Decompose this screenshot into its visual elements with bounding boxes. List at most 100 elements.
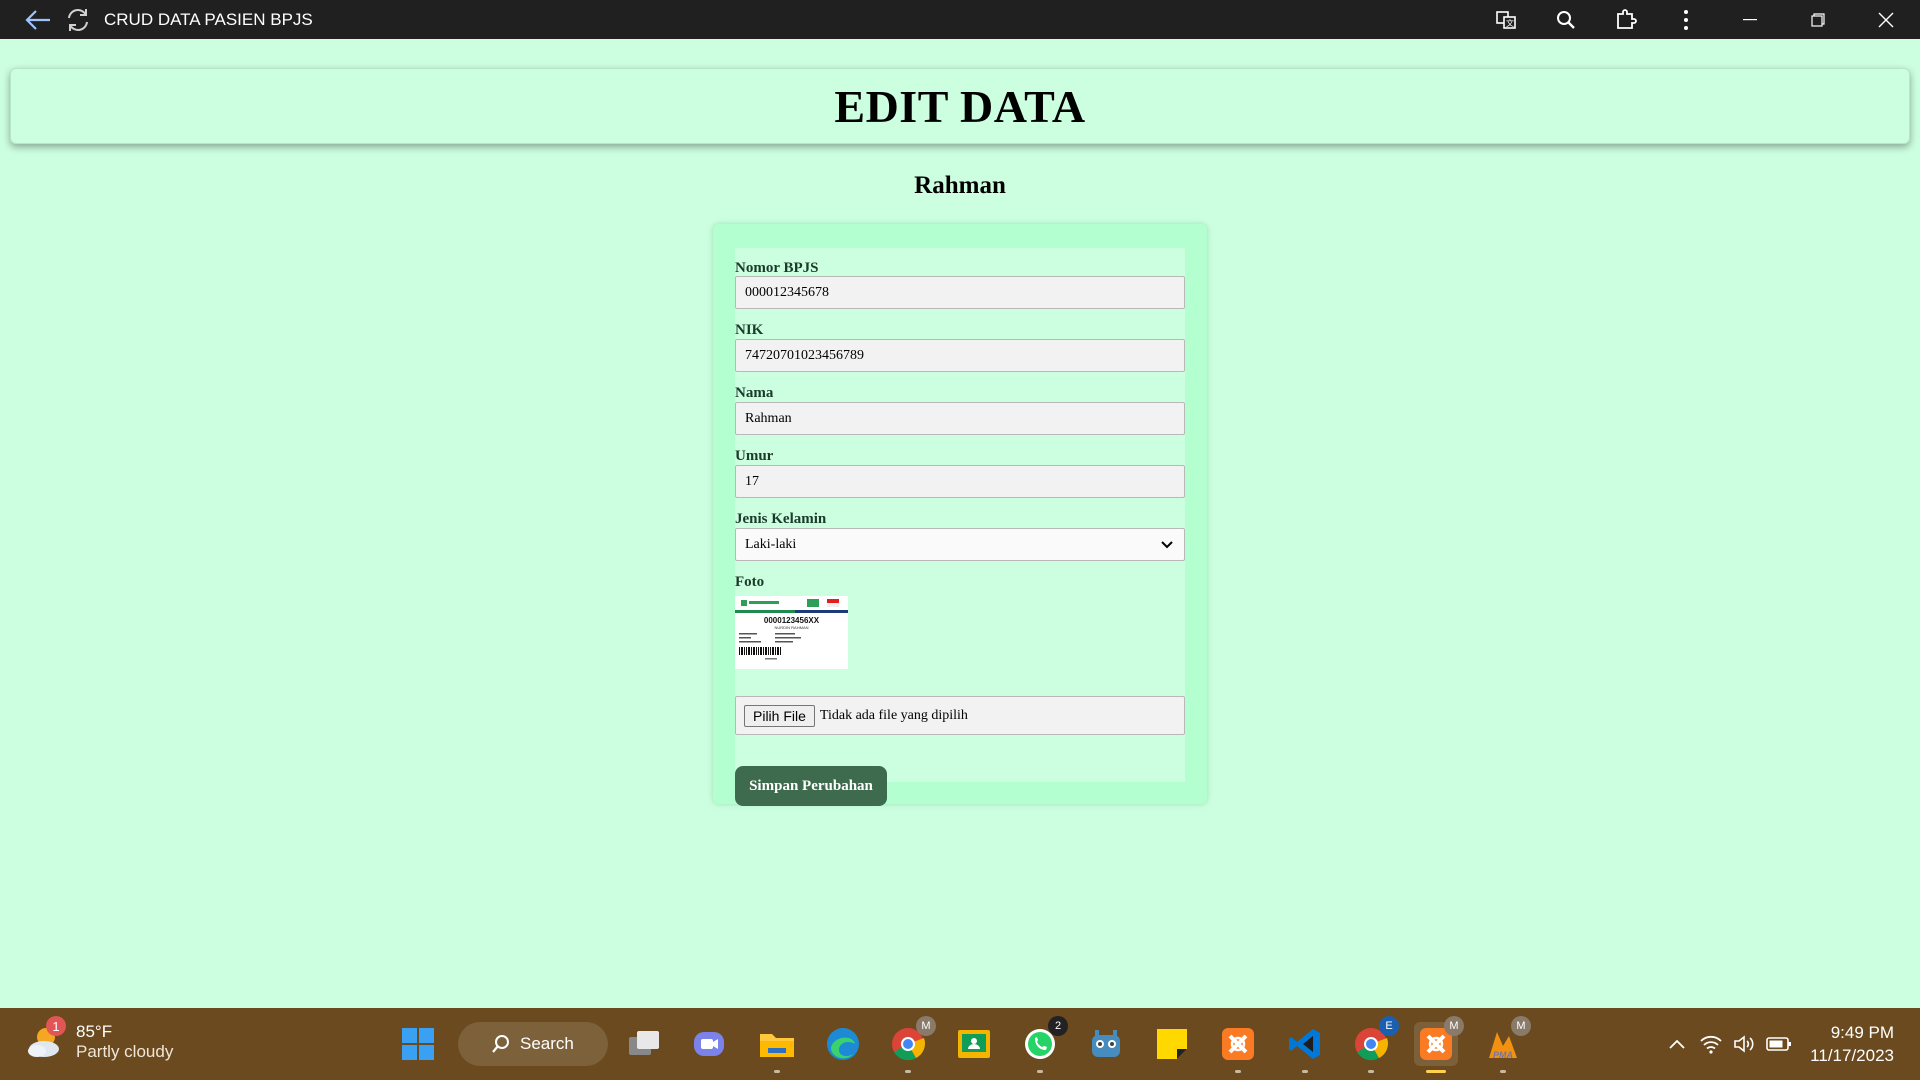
edge-icon bbox=[827, 1028, 859, 1060]
nik-input[interactable]: 74720701023456789 bbox=[735, 339, 1185, 372]
profile-badge: M bbox=[1511, 1016, 1531, 1036]
refresh-button[interactable] bbox=[58, 0, 98, 39]
card-number: 0000123456XX bbox=[764, 616, 820, 625]
teams-chat-button[interactable] bbox=[688, 1022, 732, 1066]
video-chat-icon bbox=[694, 1032, 724, 1056]
minimize-icon bbox=[1743, 18, 1757, 20]
wifi-icon bbox=[1700, 1035, 1722, 1054]
restore-icon bbox=[1811, 12, 1825, 27]
xampp-button[interactable] bbox=[1216, 1022, 1260, 1073]
nama-value: Rahman bbox=[745, 410, 792, 426]
bpjs-card-image: 0000123456XX NURDIN RAHMAN bbox=[735, 596, 848, 669]
chrome-profile-e-button[interactable]: E bbox=[1349, 1016, 1399, 1073]
nomor-bpjs-value: 000012345678 bbox=[745, 284, 829, 300]
file-explorer-button[interactable] bbox=[755, 1022, 799, 1073]
start-button[interactable] bbox=[396, 1022, 440, 1066]
xampp-localhost-button[interactable]: M bbox=[1414, 1016, 1464, 1073]
running-indicator bbox=[1302, 1070, 1308, 1073]
search-label: Search bbox=[520, 1034, 574, 1053]
label-jenis-kelamin: Jenis Kelamin bbox=[735, 511, 827, 527]
profile-badge: E bbox=[1379, 1016, 1399, 1036]
umur-input[interactable]: 17 bbox=[735, 465, 1185, 498]
restore-button[interactable] bbox=[1784, 0, 1852, 39]
save-changes-button[interactable]: Simpan Perubahan bbox=[735, 766, 887, 806]
search-icon bbox=[492, 1035, 509, 1053]
profile-badge: M bbox=[1444, 1016, 1464, 1036]
back-arrow-icon bbox=[25, 9, 50, 30]
edge-button[interactable] bbox=[821, 1022, 865, 1066]
translate-button[interactable]: 文 bbox=[1476, 0, 1536, 39]
label-nik: NIK bbox=[735, 322, 764, 338]
windows-logo-icon bbox=[402, 1028, 434, 1060]
folder-icon bbox=[760, 1034, 794, 1057]
battery-icon bbox=[1766, 1037, 1792, 1051]
label-foto: Foto bbox=[735, 574, 765, 590]
profile-badge: M bbox=[916, 1016, 936, 1036]
chrome-profile-m-button[interactable]: M bbox=[886, 1016, 936, 1073]
active-indicator bbox=[1426, 1070, 1446, 1073]
choose-file-button[interactable]: Pilih File bbox=[744, 704, 815, 727]
whatsapp-button[interactable]: 2 bbox=[1018, 1016, 1068, 1073]
task-view-icon bbox=[629, 1031, 659, 1055]
more-menu-button[interactable] bbox=[1656, 0, 1716, 39]
sticky-note-icon bbox=[1157, 1029, 1187, 1059]
zoom-button[interactable] bbox=[1536, 0, 1596, 39]
page-header: EDIT DATA bbox=[10, 68, 1910, 144]
file-input[interactable]: Pilih File Tidak ada file yang dipilih bbox=[735, 696, 1185, 735]
running-indicator bbox=[1368, 1070, 1374, 1073]
nomor-bpjs-input[interactable]: 000012345678 bbox=[735, 276, 1185, 309]
more-vertical-icon bbox=[1684, 9, 1688, 30]
card-name: NURDIN RAHMAN bbox=[775, 625, 809, 630]
edit-form: Nomor BPJS 000012345678 NIK 747207010234… bbox=[713, 224, 1207, 806]
notification-badge: 2 bbox=[1048, 1016, 1068, 1036]
zoom-icon bbox=[1557, 10, 1575, 29]
title-bar: CRUD DATA PASIEN BPJS 文 bbox=[0, 0, 1920, 39]
label-umur: Umur bbox=[735, 448, 774, 464]
translate-icon: 文 bbox=[1496, 10, 1516, 29]
speaker-icon bbox=[1734, 1035, 1754, 1053]
godot-button[interactable] bbox=[1084, 1022, 1128, 1066]
label-nama: Nama bbox=[735, 385, 774, 401]
chevron-down-icon bbox=[1161, 540, 1173, 548]
form-body: Nomor BPJS 000012345678 NIK 747207010234… bbox=[735, 248, 1185, 806]
classroom-icon bbox=[958, 1030, 990, 1058]
wifi-button[interactable] bbox=[1694, 1027, 1728, 1061]
extensions-button[interactable] bbox=[1596, 0, 1656, 39]
xampp-icon bbox=[1222, 1028, 1254, 1060]
phpmyadmin-button[interactable]: PMA M bbox=[1481, 1016, 1531, 1073]
close-icon bbox=[1878, 12, 1894, 27]
svg-text:文: 文 bbox=[1506, 18, 1514, 28]
clock-date: 11/17/2023 bbox=[1810, 1046, 1894, 1065]
file-status: Tidak ada file yang dipilih bbox=[819, 707, 968, 723]
classroom-button[interactable] bbox=[952, 1022, 996, 1066]
jenis-kelamin-value: Laki-laki bbox=[745, 536, 797, 552]
volume-button[interactable] bbox=[1728, 1027, 1762, 1061]
svg-text:PMA: PMA bbox=[1493, 1050, 1513, 1060]
puzzle-icon bbox=[1617, 8, 1637, 29]
umur-value: 17 bbox=[745, 473, 759, 489]
taskbar: 1 85°F Partly cloudy Search M 2 E M PMA … bbox=[0, 1008, 1920, 1080]
jenis-kelamin-select[interactable]: Laki-laki bbox=[735, 528, 1185, 561]
running-indicator bbox=[1235, 1070, 1241, 1073]
sticky-notes-button[interactable] bbox=[1150, 1022, 1194, 1066]
taskbar-search[interactable]: Search bbox=[458, 1022, 608, 1066]
bpjs-card-photo: 0000123456XX NURDIN RAHMAN bbox=[735, 596, 848, 669]
label-nomor-bpjs: Nomor BPJS bbox=[735, 260, 819, 276]
running-indicator bbox=[1037, 1070, 1043, 1073]
patient-name: Rahman bbox=[914, 172, 1006, 199]
battery-button[interactable] bbox=[1762, 1027, 1796, 1061]
clock-time: 9:49 PM bbox=[1830, 1023, 1894, 1042]
back-button[interactable] bbox=[18, 0, 58, 39]
nama-input[interactable]: Rahman bbox=[735, 402, 1185, 435]
window-title: CRUD DATA PASIEN BPJS bbox=[104, 9, 313, 29]
vscode-button[interactable] bbox=[1283, 1022, 1327, 1073]
close-button[interactable] bbox=[1852, 0, 1920, 39]
task-view-button[interactable] bbox=[623, 1022, 667, 1066]
chevron-up-icon bbox=[1669, 1039, 1685, 1049]
show-hidden-icons-button[interactable] bbox=[1660, 1027, 1694, 1061]
running-indicator bbox=[905, 1070, 911, 1073]
minimize-button[interactable] bbox=[1716, 0, 1784, 39]
clock[interactable]: 9:49 PM 11/17/2023 bbox=[1810, 1021, 1894, 1067]
vscode-icon bbox=[1289, 1029, 1320, 1059]
running-indicator bbox=[1500, 1070, 1506, 1073]
